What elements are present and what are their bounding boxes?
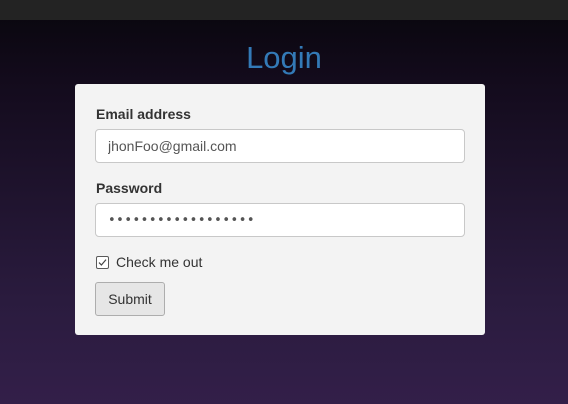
check-icon [98, 258, 107, 266]
email-label: Email address [96, 106, 191, 122]
email-field[interactable] [95, 129, 465, 163]
remember-me-label: Check me out [116, 254, 203, 270]
password-label: Password [96, 180, 163, 196]
remember-me-row[interactable]: Check me out [96, 254, 202, 270]
top-navbar [0, 0, 568, 20]
submit-button[interactable]: Submit [95, 282, 165, 316]
remember-me-checkbox[interactable] [96, 255, 109, 269]
password-field[interactable] [95, 203, 465, 237]
login-form-card: Email address Password Check me out Subm… [75, 84, 485, 335]
page-title: Login [246, 40, 322, 75]
